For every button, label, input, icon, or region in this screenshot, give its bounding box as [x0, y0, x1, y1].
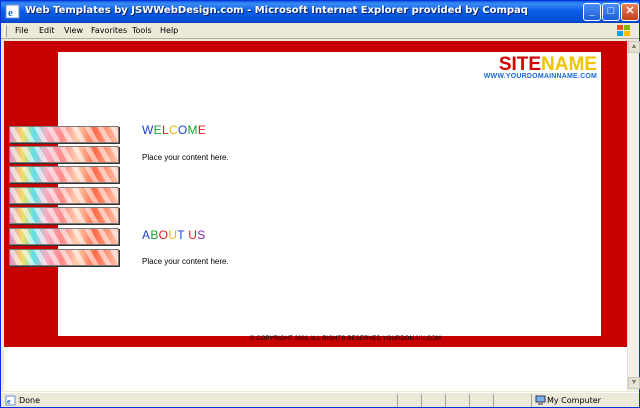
welcome-heading: WELCOME — [142, 123, 207, 137]
vertical-scrollbar[interactable]: ▲ ▼ — [627, 41, 640, 391]
menu-favorites[interactable]: Favorites — [91, 26, 127, 35]
ie-page-icon: e — [5, 4, 20, 19]
window-title: Web Templates by JSWWebDesign.com - Micr… — [25, 5, 528, 16]
nav-button-3[interactable] — [9, 166, 119, 183]
toolbar-grip[interactable] — [4, 25, 7, 37]
menu-bar: File Edit View Favorites Tools Help — [1, 23, 639, 39]
nav-button-7[interactable] — [9, 249, 119, 266]
copyright: © COPYRIGHT 2001 ALL RIGHTS RESERVED YOU… — [250, 336, 442, 342]
scroll-up-icon[interactable]: ▲ — [628, 41, 640, 53]
minimize-button[interactable]: _ — [583, 3, 601, 21]
nav-button-4[interactable] — [9, 187, 119, 204]
status-bar: e Done My Computer — [1, 392, 639, 407]
menu-edit[interactable]: Edit — [39, 26, 55, 35]
svg-text:e: e — [8, 7, 13, 19]
scroll-down-icon[interactable]: ▼ — [628, 377, 640, 389]
about-text: Place your content here. — [142, 257, 229, 266]
menu-help[interactable]: Help — [160, 26, 178, 35]
status-text: Done — [19, 396, 41, 405]
close-button[interactable]: ✕ — [621, 3, 639, 21]
welcome-text: Place your content here. — [142, 153, 229, 162]
menu-view[interactable]: View — [64, 26, 83, 35]
nav-button-5[interactable] — [9, 207, 119, 224]
nav-button-6[interactable] — [9, 228, 119, 245]
maximize-button[interactable]: □ — [602, 3, 620, 21]
title-bar[interactable]: e Web Templates by JSWWebDesign.com - Mi… — [1, 1, 639, 23]
svg-text:e: e — [7, 397, 11, 406]
windows-logo-icon — [617, 25, 630, 36]
page-done-icon: e — [5, 395, 16, 406]
my-computer-icon — [535, 395, 546, 405]
nav-button-1[interactable] — [9, 126, 119, 143]
menu-tools[interactable]: Tools — [132, 26, 152, 35]
page-viewport[interactable]: SITENAME WWW.YOURDOMAINNAME.COM WELCOME … — [4, 41, 627, 391]
nav-button-2[interactable] — [9, 146, 119, 163]
zone-label: My Computer — [547, 396, 601, 405]
browser-window: e Web Templates by JSWWebDesign.com - Mi… — [0, 0, 640, 408]
site-url: WWW.YOURDOMAINNAME.COM — [483, 73, 597, 80]
content-area: SITENAME WWW.YOURDOMAINNAME.COM WELCOME … — [58, 52, 601, 342]
menu-file[interactable]: File — [15, 26, 28, 35]
about-heading: ABOUT US — [142, 228, 206, 242]
